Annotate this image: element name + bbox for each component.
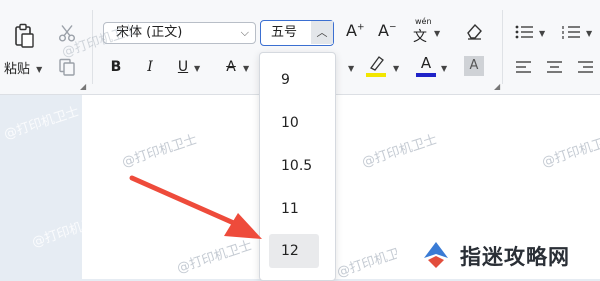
bold-icon: B bbox=[110, 59, 122, 75]
italic-icon: I bbox=[147, 59, 153, 75]
underline-button[interactable]: U bbox=[172, 56, 194, 78]
font-size-value: 五号 bbox=[271, 25, 298, 40]
font-size-option[interactable]: 10.5 bbox=[269, 149, 319, 183]
paste-label: 粘贴 bbox=[4, 62, 31, 77]
chevron-down-icon[interactable]: ▼ bbox=[539, 29, 545, 38]
chevron-down-icon[interactable]: ▼ bbox=[194, 64, 200, 73]
font-color-bar bbox=[416, 73, 436, 77]
font-color-button[interactable]: A bbox=[415, 54, 437, 80]
font-size-option-label: 11 bbox=[281, 201, 299, 217]
bullets-icon[interactable] bbox=[514, 23, 536, 41]
site-logo: 指迷攻略网 bbox=[397, 232, 600, 279]
font-color-icon: A bbox=[420, 54, 432, 72]
grow-font-button[interactable]: A+ bbox=[346, 21, 365, 40]
divider bbox=[502, 10, 503, 84]
align-left-icon[interactable] bbox=[514, 58, 534, 76]
logo-text: 指迷攻略网 bbox=[460, 245, 570, 269]
shrink-font-icon: A bbox=[378, 21, 389, 40]
font-size-combo[interactable]: 五号 ︿ bbox=[260, 20, 334, 46]
chevron-down-icon[interactable]: ▼ bbox=[348, 64, 354, 73]
phonetic-icon: wén bbox=[415, 17, 432, 26]
paste-button[interactable]: 粘贴 ▼ bbox=[4, 58, 42, 77]
paste-icon[interactable] bbox=[10, 22, 38, 50]
font-size-option-label: 12 bbox=[281, 243, 299, 259]
clipboard-launcher-icon[interactable]: ◢ bbox=[80, 82, 86, 91]
grow-font-icon: A bbox=[346, 21, 357, 40]
italic-button[interactable]: I bbox=[139, 56, 161, 78]
font-size-option-selected[interactable]: 12 bbox=[269, 234, 319, 268]
bold-button[interactable]: B bbox=[105, 56, 127, 78]
chevron-down-icon[interactable]: ▼ bbox=[393, 64, 399, 73]
numbering-icon[interactable] bbox=[561, 23, 583, 41]
chevron-down-icon[interactable]: ▼ bbox=[441, 64, 447, 73]
chevron-down-icon[interactable]: ▼ bbox=[434, 29, 440, 38]
chevron-down-icon[interactable]: ▼ bbox=[243, 64, 249, 73]
font-size-option[interactable]: 11 bbox=[269, 192, 319, 226]
align-right-icon[interactable] bbox=[576, 58, 596, 76]
chevron-down-icon[interactable]: ▼ bbox=[36, 65, 42, 74]
chevron-down-icon[interactable]: ▼ bbox=[586, 29, 592, 38]
shading-icon: A bbox=[469, 58, 479, 73]
align-center-icon[interactable] bbox=[545, 58, 565, 76]
font-size-option[interactable]: 10 bbox=[269, 106, 319, 140]
chevron-up-icon[interactable]: ︿ bbox=[311, 21, 333, 44]
font-size-option-label: 10 bbox=[281, 115, 299, 131]
underline-icon: U bbox=[177, 59, 189, 75]
logo-icon bbox=[424, 242, 448, 268]
font-size-option[interactable]: 9 bbox=[269, 63, 319, 97]
chevron-down-icon[interactable]: ⌵ bbox=[241, 23, 249, 43]
eraser-icon[interactable] bbox=[463, 20, 485, 42]
highlight-color-bar bbox=[366, 73, 386, 77]
font-size-option-label: 10.5 bbox=[281, 158, 313, 174]
shrink-font-button[interactable]: A− bbox=[378, 21, 397, 40]
font-launcher-icon[interactable]: ◢ bbox=[494, 82, 500, 91]
character-shading-button[interactable]: A bbox=[464, 56, 484, 76]
strikethrough-icon: A bbox=[226, 59, 236, 75]
font-size-dropdown: 9 10 10.5 11 12 bbox=[259, 52, 336, 281]
strikethrough-button[interactable]: A bbox=[220, 56, 242, 78]
highlight-button[interactable] bbox=[366, 54, 388, 80]
font-size-option-label: 9 bbox=[281, 72, 290, 88]
